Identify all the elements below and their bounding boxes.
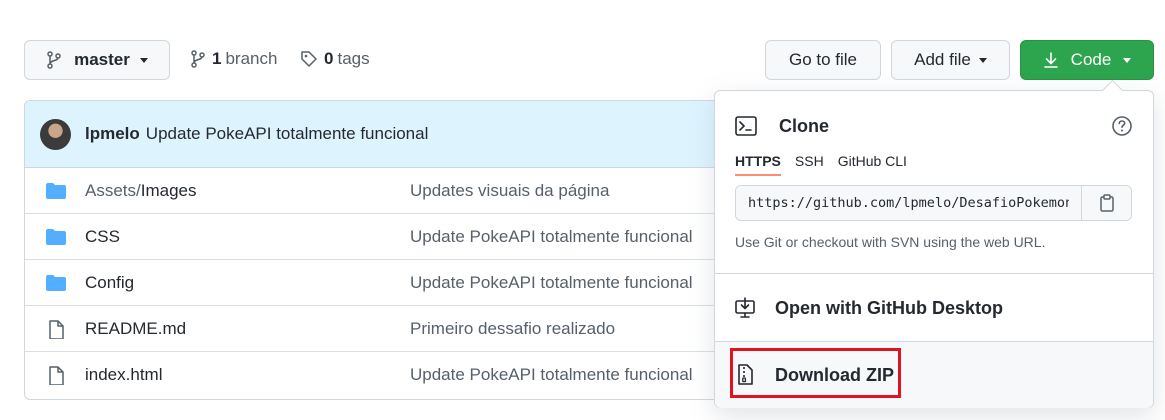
open-desktop-label: Open with GitHub Desktop <box>775 297 1003 318</box>
latest-commit-bar: lpmelo Update PokeAPI totalmente funcion… <box>25 101 783 168</box>
tab-ssh[interactable]: SSH <box>795 153 824 176</box>
file-name-main: README.md <box>85 318 187 338</box>
file-name-prefix: Assets/ <box>85 180 141 200</box>
tags-label: tags <box>337 49 370 68</box>
table-row[interactable]: CSS Update PokeAPI totalmente funcional <box>25 214 783 260</box>
clone-url-field <box>735 185 1132 221</box>
clone-url-input[interactable] <box>736 186 1081 220</box>
file-name[interactable]: Config <box>85 273 134 293</box>
clone-title: Clone <box>779 116 830 136</box>
tab-github-cli[interactable]: GitHub CLI <box>838 153 907 176</box>
branches-label: branch <box>225 49 278 68</box>
file-name-main: index.html <box>85 365 163 384</box>
commit-message-link[interactable]: Update PokeAPI totalmente funcional <box>410 227 693 247</box>
open-desktop-button[interactable]: Open with GitHub Desktop <box>715 275 1153 341</box>
chevron-down-icon <box>139 57 148 63</box>
table-row[interactable]: index.html Update PokeAPI totalmente func… <box>25 352 783 398</box>
copy-url-button[interactable] <box>1081 186 1131 220</box>
tags-link[interactable]: 0 tags <box>300 49 370 69</box>
terminal-icon <box>735 116 757 136</box>
clone-dropdown: Clone HTTPS SSH GitHub CLI Use Git or ch… <box>714 90 1154 408</box>
branch-name: master <box>74 50 130 69</box>
file-icon <box>49 319 64 339</box>
download-zip-button[interactable]: Download ZIP <box>715 342 1153 408</box>
git-branch-icon <box>47 51 61 69</box>
branches-link[interactable]: 1 branch <box>190 49 277 69</box>
file-name-main: Config <box>85 272 135 292</box>
add-file-label: Add file <box>914 50 971 69</box>
add-file-button[interactable]: Add file <box>891 40 1010 80</box>
branches-count: 1 <box>212 49 222 68</box>
table-row[interactable]: Config Update PokeAPI totalmente funciona… <box>25 260 783 306</box>
file-name-main: Images <box>140 180 197 200</box>
commit-message-link[interactable]: Update PokeAPI totalmente funcional <box>410 365 693 385</box>
file-name-main: CSS <box>85 226 120 246</box>
help-icon[interactable] <box>1111 115 1133 137</box>
folder-icon <box>46 228 66 245</box>
clipboard-icon <box>1099 194 1114 212</box>
code-label: Code <box>1070 50 1112 69</box>
git-branch-icon <box>191 50 205 68</box>
file-zip-icon <box>738 364 753 385</box>
clone-hint: Use Git or checkout with SVN using the w… <box>735 234 1046 250</box>
desktop-download-icon <box>735 297 755 318</box>
file-name[interactable]: CSS <box>85 227 120 247</box>
avatar[interactable] <box>40 118 71 150</box>
chevron-down-icon <box>1123 57 1132 63</box>
clone-tabs: HTTPS SSH GitHub CLI <box>735 153 921 176</box>
file-name[interactable]: Assets/Images <box>85 181 197 201</box>
commit-author[interactable]: lpmelo <box>85 124 140 144</box>
download-zip-label: Download ZIP <box>775 364 894 385</box>
commit-message-link[interactable]: Updates visuais da página <box>410 181 609 201</box>
folder-icon <box>46 274 66 291</box>
folder-icon <box>46 182 66 199</box>
table-row[interactable]: Assets/Images Updates visuais da página <box>25 168 783 214</box>
file-name[interactable]: README.md <box>85 319 186 339</box>
table-row[interactable]: README.md Primeiro dessafio realizado <box>25 306 783 352</box>
file-icon <box>49 366 64 385</box>
go-to-file-label: Go to file <box>788 50 858 69</box>
go-to-file-button[interactable]: Go to file <box>765 40 881 80</box>
tab-https[interactable]: HTTPS <box>735 153 781 176</box>
branch-select-button[interactable]: master <box>24 40 170 80</box>
commit-message[interactable]: Update PokeAPI totalmente funcional <box>146 124 429 144</box>
code-button[interactable]: Code <box>1020 40 1154 80</box>
divider <box>715 273 1153 274</box>
commit-message-link[interactable]: Update PokeAPI totalmente funcional <box>410 273 693 293</box>
file-list: lpmelo Update PokeAPI totalmente funcion… <box>24 100 784 400</box>
file-name[interactable]: index.html <box>85 365 162 385</box>
commit-message-link[interactable]: Primeiro dessafio realizado <box>410 319 615 339</box>
tag-icon <box>301 51 317 67</box>
tags-count: 0 <box>324 49 334 68</box>
download-icon <box>1043 52 1058 68</box>
chevron-down-icon <box>978 57 987 63</box>
